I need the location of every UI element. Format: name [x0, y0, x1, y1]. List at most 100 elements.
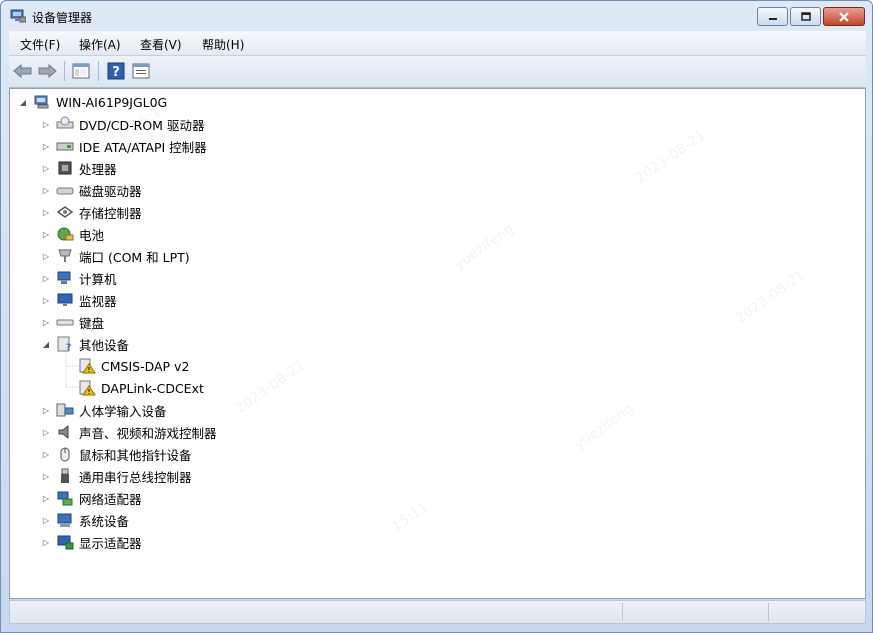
tree-item-hid[interactable]: 人体学输入设备: [56, 400, 167, 420]
back-arrow-icon: [13, 64, 32, 78]
network-adapter-icon: [56, 490, 74, 506]
tree-item-display[interactable]: 显示适配器: [56, 532, 142, 552]
tree-item-system[interactable]: 系统设备: [56, 510, 129, 530]
expand-toggle[interactable]: ▷: [41, 317, 51, 327]
expand-toggle[interactable]: ▷: [41, 405, 51, 415]
tree-item-disk[interactable]: 磁盘驱动器: [56, 180, 142, 200]
expand-toggle[interactable]: ▷: [41, 207, 51, 217]
dvd-drive-icon: [56, 116, 74, 132]
expand-toggle[interactable]: ▷: [41, 185, 51, 195]
expand-toggle[interactable]: ▷: [41, 229, 51, 239]
expand-toggle[interactable]: ▷: [41, 251, 51, 261]
ide-controller-icon: [56, 138, 74, 154]
toolbar-separator: [98, 61, 99, 81]
tree-item-label: 系统设备: [79, 513, 130, 529]
collapse-toggle[interactable]: ◢: [41, 339, 51, 349]
help-button[interactable]: ?: [105, 60, 127, 82]
close-button[interactable]: [823, 7, 865, 26]
forward-button[interactable]: [36, 60, 58, 82]
forward-arrow-icon: [38, 64, 57, 78]
svg-text:?: ?: [112, 65, 120, 80]
menu-view[interactable]: 查看(V): [140, 36, 182, 53]
menu-bar: 文件(F) 操作(A) 查看(V) 帮助(H): [9, 31, 866, 56]
maximize-button[interactable]: [790, 7, 821, 26]
battery-icon: [56, 226, 74, 242]
system-device-icon: [56, 512, 74, 528]
menu-help[interactable]: 帮助(H): [202, 36, 244, 53]
expand-toggle[interactable]: ▷: [41, 537, 51, 547]
show-hide-console-tree-button[interactable]: [70, 60, 92, 82]
menu-action[interactable]: 操作(A): [79, 36, 121, 53]
close-icon: [839, 11, 849, 22]
tree-item-label: IDE ATA/ATAPI 控制器: [79, 139, 207, 155]
keyboard-icon: [56, 314, 74, 330]
tree-item-label: 端口 (COM 和 LPT): [79, 249, 190, 265]
computer-name: WIN-AI61P9JGL0G: [56, 94, 168, 110]
port-icon: [56, 248, 74, 264]
minimize-button[interactable]: [757, 7, 788, 26]
expand-toggle[interactable]: ▷: [41, 471, 51, 481]
usb-icon: [56, 468, 74, 484]
status-bar: [9, 600, 866, 624]
tree-item-dvd[interactable]: DVD/CD-ROM 驱动器: [56, 114, 204, 134]
tree-item-monitor[interactable]: 监视器: [56, 290, 117, 310]
device-manager-icon: [10, 9, 27, 23]
tree-item-battery[interactable]: 电池: [56, 224, 104, 244]
expand-toggle[interactable]: ▷: [41, 449, 51, 459]
warning-device-icon: [78, 380, 96, 396]
expand-toggle[interactable]: ▷: [41, 163, 51, 173]
properties-button[interactable]: [130, 60, 152, 82]
tree-item-sound[interactable]: 声音、视频和游戏控制器: [56, 422, 217, 442]
tree-item-processor[interactable]: 处理器: [56, 158, 117, 178]
disk-drive-icon: [56, 182, 74, 198]
expand-toggle[interactable]: ▷: [41, 493, 51, 503]
expand-toggle[interactable]: ▷: [41, 427, 51, 437]
title-bar[interactable]: 设备管理器: [1, 1, 872, 31]
expand-toggle[interactable]: ▷: [41, 273, 51, 283]
expand-toggle[interactable]: ▷: [41, 119, 51, 129]
device-tree[interactable]: ◢ WIN-AI61P9JGL0G ▷ DVD/CD-ROM 驱动器 ▷ IDE…: [9, 88, 866, 599]
collapse-toggle[interactable]: ◢: [18, 97, 28, 107]
computer-root-icon: [33, 94, 51, 110]
tree-item-network[interactable]: 网络适配器: [56, 488, 142, 508]
mouse-icon: [56, 446, 74, 462]
tree-item-label: DAPLink-CDCExt: [101, 380, 204, 396]
window-title: 设备管理器: [32, 11, 93, 25]
toolbar-separator: [64, 61, 65, 81]
tree-item-daplink-cdcext[interactable]: DAPLink-CDCExt: [78, 378, 204, 398]
speaker-icon: [56, 424, 74, 440]
expand-toggle[interactable]: ▷: [41, 515, 51, 525]
properties-icon: [132, 63, 150, 79]
tree-item-cmsis-dap[interactable]: CMSIS-DAP v2: [78, 356, 189, 376]
tree-item-label: 人体学输入设备: [79, 403, 167, 419]
console-tree-icon: [72, 63, 90, 79]
storage-controller-icon: [56, 204, 74, 220]
tree-item-ports[interactable]: 端口 (COM 和 LPT): [56, 246, 190, 266]
tree-item-storage[interactable]: 存储控制器: [56, 202, 142, 222]
device-manager-window: 设备管理器 文件(F) 操作(A) 查看(V) 帮助(H) ? ◢ WIN-AI…: [0, 0, 873, 633]
tree-item-computer[interactable]: 计算机: [56, 268, 117, 288]
back-button[interactable]: [12, 60, 34, 82]
tree-item-ide[interactable]: IDE ATA/ATAPI 控制器: [56, 136, 207, 156]
tree-item-label: 电池: [79, 227, 105, 243]
tree-item-label: 计算机: [79, 271, 117, 287]
tree-item-mouse[interactable]: 鼠标和其他指针设备: [56, 444, 192, 464]
tree-item-other-devices[interactable]: ? 其他设备: [56, 334, 129, 354]
warning-device-icon: [78, 358, 96, 374]
tree-lines: [65, 350, 80, 388]
tree-item-label: 网络适配器: [79, 491, 142, 507]
expand-toggle[interactable]: ▷: [41, 141, 51, 151]
tree-item-label: 存储控制器: [79, 205, 142, 221]
tree-root-computer[interactable]: WIN-AI61P9JGL0G: [33, 92, 167, 112]
display-adapter-icon: [56, 534, 74, 550]
help-icon: ?: [107, 62, 125, 80]
tree-item-label: 监视器: [79, 293, 117, 309]
tree-item-usb[interactable]: 通用串行总线控制器: [56, 466, 192, 486]
computer-icon: [56, 270, 74, 286]
maximize-icon: [800, 11, 811, 21]
expand-toggle[interactable]: ▷: [41, 295, 51, 305]
tree-item-keyboard[interactable]: 键盘: [56, 312, 104, 332]
menu-file[interactable]: 文件(F): [20, 36, 60, 53]
tree-item-label: 磁盘驱动器: [79, 183, 142, 199]
tree-item-label: 通用串行总线控制器: [79, 469, 192, 485]
